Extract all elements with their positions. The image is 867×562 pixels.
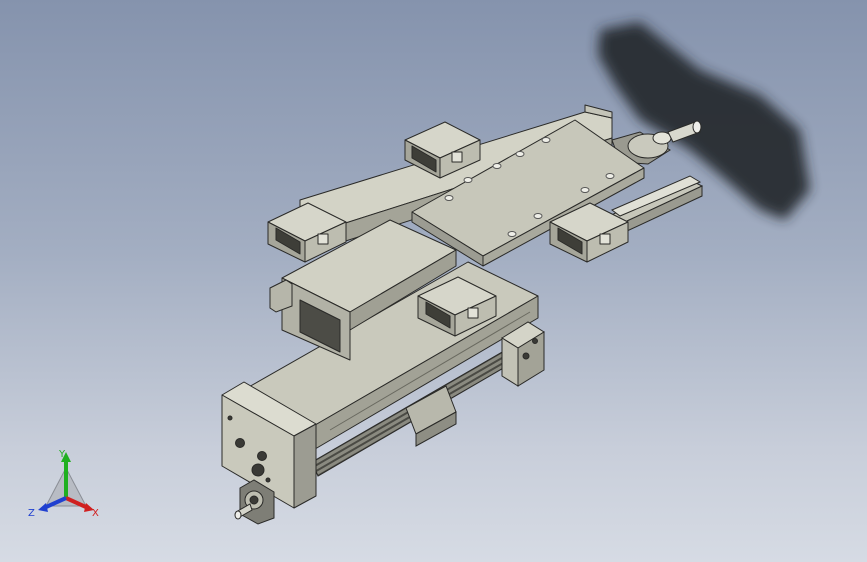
limit-bracket[interactable]	[269, 279, 293, 313]
z-axis-label: Z	[28, 508, 35, 519]
cast-shadow	[598, 22, 810, 220]
orientation-triad[interactable]: Y X Z	[26, 448, 106, 528]
y-axis-label: Y	[58, 449, 66, 460]
cad-viewport[interactable]: Y X Z	[0, 0, 867, 562]
x-axis-label: X	[92, 508, 99, 519]
linear-module-assembly[interactable]	[0, 0, 867, 562]
